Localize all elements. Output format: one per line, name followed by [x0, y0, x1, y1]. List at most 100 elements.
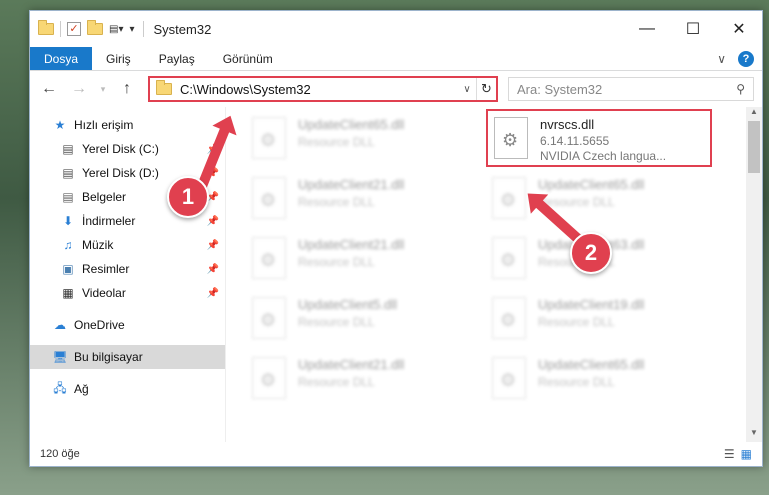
tab-home[interactable]: Giriş — [92, 47, 145, 70]
sidebar-item-onedrive[interactable]: ☁ OneDrive — [30, 313, 225, 337]
chevron-down-icon[interactable]: ∨ — [717, 52, 726, 66]
large-icons-view-icon[interactable]: ▦ — [741, 447, 752, 461]
vertical-scrollbar[interactable]: ▲ ▼ — [746, 107, 762, 442]
file-item[interactable]: UpdateClient21.dll Resource DLL — [246, 231, 472, 289]
sidebar-item-label: Resimler — [82, 262, 130, 276]
help-icon[interactable]: ? — [738, 50, 754, 67]
file-item-selected[interactable]: nvrscs.dll 6.14.11.5655 NVIDIA Czech lan… — [486, 109, 712, 167]
cloud-icon: ☁ — [54, 318, 66, 332]
separator — [142, 21, 144, 37]
download-icon: ⬇ — [62, 214, 74, 228]
file-description: Resource DLL — [538, 195, 615, 209]
address-bar[interactable]: C:\Windows\System32 ∨ ↻ — [148, 76, 498, 102]
folder-icon — [38, 20, 54, 35]
star-icon: ★ — [54, 118, 66, 132]
sidebar-item-quick-access[interactable]: ★ Hızlı erişim — [30, 113, 225, 137]
dll-file-icon — [492, 357, 526, 399]
computer-icon: 🖥 — [52, 350, 68, 364]
scroll-down-icon[interactable]: ▼ — [746, 428, 762, 442]
dll-file-icon — [492, 177, 526, 219]
file-item[interactable]: UpdateClient21.dll Resource DLL — [246, 351, 472, 409]
step-1-callout: 1 — [167, 176, 209, 218]
tab-share[interactable]: Paylaş — [145, 47, 209, 70]
file-list: UpdateClient65.dll Resource DLL nvrscs.d… — [226, 107, 762, 442]
pin-icon: 📌 — [206, 215, 219, 227]
file-version: 6.14.11.5655 — [540, 134, 610, 148]
file-item[interactable]: UpdateClient65.dll Resource DLL — [486, 351, 712, 409]
file-description: Resource DLL — [298, 135, 375, 149]
file-name: UpdateClient5.dll — [298, 297, 398, 312]
pictures-icon: ▣ — [62, 262, 74, 276]
recent-locations-icon[interactable]: ▾ — [98, 78, 108, 100]
file-item[interactable]: UpdateClient5.dll Resource DLL — [246, 291, 472, 349]
sidebar-item-label: Müzik — [82, 238, 114, 252]
pin-icon: 📌 — [206, 239, 219, 251]
sidebar-item-local-disk-c[interactable]: ▤ Yerel Disk (C:) 📌 — [30, 137, 225, 161]
file-description: Resource DLL — [298, 375, 375, 389]
dll-file-icon — [252, 177, 286, 219]
details-view-icon[interactable]: ☰ — [724, 447, 735, 461]
up-arrow-icon[interactable]: ↑ — [116, 78, 138, 100]
file-item[interactable]: UpdateClient65.dll Resource DLL — [246, 111, 472, 169]
close-button[interactable]: ✕ — [716, 14, 762, 44]
search-placeholder: Ara: System32 — [517, 81, 603, 97]
drive-icon: ▤ — [62, 166, 74, 180]
sidebar-item-label: Videolar — [82, 286, 126, 300]
documents-icon: ▤ — [62, 190, 74, 204]
file-description: Resource DLL — [298, 255, 375, 269]
tab-file[interactable]: Dosya — [30, 47, 93, 70]
sidebar-item-music[interactable]: ♫ Müzik 📌 — [30, 233, 225, 257]
sidebar-item-videos[interactable]: ▦ Videolar 📌 — [30, 281, 225, 305]
maximize-button[interactable]: ☐ — [670, 14, 716, 44]
file-name: UpdateClient65.dll — [538, 357, 645, 372]
folder-icon — [156, 80, 172, 95]
toolbar-dropdown-icon[interactable]: ▾ — [129, 24, 134, 35]
new-folder-icon[interactable] — [87, 20, 103, 35]
sidebar-item-label: Hızlı erişim — [74, 118, 134, 132]
pin-icon: 📌 — [206, 263, 219, 275]
search-input[interactable]: Ara: System32 ⚲ — [508, 77, 754, 101]
sidebar-item-pictures[interactable]: ▣ Resimler 📌 — [30, 257, 225, 281]
sidebar-item-label: Belgeler — [82, 190, 127, 204]
sidebar-item-label: İndirmeler — [82, 214, 136, 228]
videos-icon: ▦ — [62, 286, 74, 300]
file-description: Resource DLL — [538, 375, 615, 389]
sidebar-item-label: Ağ — [74, 382, 89, 396]
sidebar-item-label: OneDrive — [74, 318, 125, 332]
file-description: NVIDIA Czech langua... — [540, 149, 667, 163]
file-name: UpdateClient19.dll — [538, 297, 645, 312]
sidebar-item-this-pc[interactable]: 🖥 Bu bilgisayar — [30, 345, 225, 369]
file-item[interactable]: UpdateClient21.dll Resource DLL — [246, 171, 472, 229]
back-arrow-icon[interactable]: ← — [38, 78, 60, 100]
sidebar-item-label: Yerel Disk (D:) — [82, 166, 159, 180]
scroll-up-icon[interactable]: ▲ — [746, 107, 762, 121]
file-name: UpdateClient21.dll — [298, 177, 405, 192]
properties-icon[interactable]: ✓ — [67, 22, 81, 36]
file-description: Resource DLL — [298, 315, 375, 329]
dll-file-icon — [252, 237, 286, 279]
file-item[interactable]: UpdateClient19.dll Resource DLL — [486, 291, 712, 349]
ribbon-tabs: Dosya Giriş Paylaş Görünüm ∨ ? — [30, 47, 762, 71]
chevron-down-icon[interactable]: ∨ — [458, 84, 476, 95]
network-icon: 🖧 — [53, 380, 67, 395]
file-description: Resource DLL — [538, 315, 615, 329]
search-icon[interactable]: ⚲ — [736, 82, 745, 96]
file-name: UpdateClient65.dll — [538, 177, 645, 192]
refresh-icon[interactable]: ↻ — [476, 78, 496, 100]
main-content: ★ Hızlı erişim ▤ Yerel Disk (C:) 📌 ▤ Yer… — [30, 107, 762, 442]
address-path[interactable]: C:\Windows\System32 — [180, 82, 311, 97]
scrollbar-thumb[interactable] — [748, 121, 760, 173]
sidebar-item-network[interactable]: 🖧 Ağ — [30, 377, 225, 401]
explorer-window: ✓ ▤▾ ▾ System32 — ☐ ✕ Dosya Giriş Paylaş… — [29, 10, 763, 467]
customize-toolbar-icon[interactable]: ▤▾ — [109, 24, 123, 35]
separator — [60, 21, 61, 37]
tab-view[interactable]: Görünüm — [209, 47, 287, 70]
file-name: UpdateClient21.dll — [298, 237, 405, 252]
forward-arrow-icon[interactable]: → — [68, 78, 90, 100]
item-count: 120 öğe — [40, 448, 80, 460]
minimize-button[interactable]: — — [624, 14, 670, 44]
quick-access-toolbar: ✓ ▤▾ ▾ — [38, 20, 135, 37]
step-2-callout: 2 — [570, 232, 612, 274]
status-bar: 120 öğe ☰ ▦ — [30, 442, 762, 466]
dll-file-icon — [492, 297, 526, 339]
